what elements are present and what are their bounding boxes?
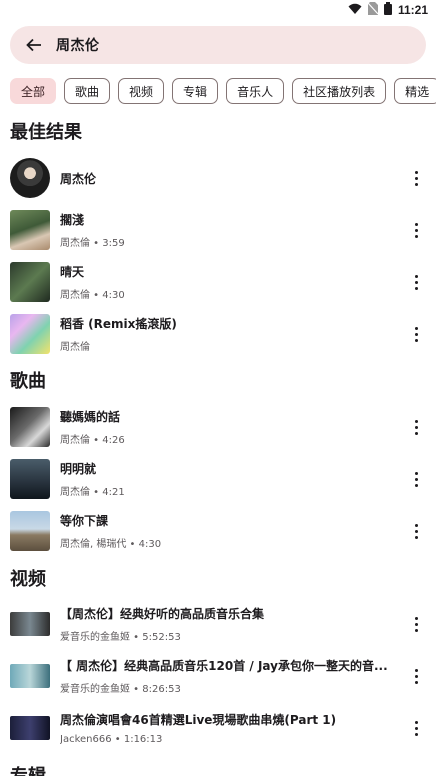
chip-videos[interactable]: 视频 [118,78,165,104]
status-bar: 11:21 [0,0,436,20]
album-thumbnail [10,459,50,499]
section-title-videos: 视频 [10,569,46,590]
more-options-icon[interactable] [406,467,426,491]
more-options-icon[interactable] [406,415,426,439]
chip-artists[interactable]: 音乐人 [226,78,285,104]
chip-albums[interactable]: 专辑 [172,78,219,104]
search-query[interactable]: 周杰伦 [56,35,100,55]
item-subtitle: 周杰倫 • 4:21 [60,487,125,498]
item-title: 周杰倫演唱會46首精選Live現場歌曲串燒(Part 1) [60,713,337,727]
back-arrow-icon[interactable] [24,35,44,55]
list-item[interactable]: 擱淺 周杰倫 • 3:59 [10,210,426,250]
list-item[interactable]: 周杰伦 [10,158,426,198]
album-thumbnail [10,407,50,447]
video-thumbnail [10,716,50,740]
more-options-icon[interactable] [406,519,426,543]
item-subtitle: 周杰倫, 楊瑞代 • 4:30 [60,539,162,550]
more-options-icon[interactable] [406,270,426,294]
item-title: 稻香 (Remix搖滾版) [60,317,177,331]
filter-chips: 全部 歌曲 视频 专辑 音乐人 社区播放列表 精选 [10,78,436,104]
album-thumbnail [10,511,50,551]
more-options-icon[interactable] [406,664,426,688]
battery-icon [383,2,392,18]
section-title-best: 最佳结果 [10,122,82,143]
item-title: 晴天 [60,265,85,279]
list-item[interactable]: 等你下課 周杰倫, 楊瑞代 • 4:30 [10,511,426,551]
no-sim-icon [367,2,379,18]
item-title: 等你下課 [60,514,109,528]
album-thumbnail [10,262,50,302]
clock: 11:21 [397,3,428,17]
item-title: 明明就 [60,462,97,476]
list-item[interactable]: 稻香 (Remix搖滾版) 周杰倫 [10,314,426,354]
more-options-icon[interactable] [406,716,426,740]
list-item[interactable]: 聽媽媽的話 周杰倫 • 4:26 [10,407,426,447]
item-subtitle: 爱音乐的金鱼姬 • 5:52:53 [60,632,181,643]
item-title: 聽媽媽的話 [60,410,121,424]
video-thumbnail [10,664,50,688]
chip-featured[interactable]: 精选 [394,78,436,104]
more-options-icon[interactable] [406,612,426,636]
section-title-songs: 歌曲 [10,371,46,392]
more-options-icon[interactable] [406,218,426,242]
item-title: 周杰伦 [60,171,97,186]
video-thumbnail [10,612,50,636]
chip-songs[interactable]: 歌曲 [64,78,111,104]
item-subtitle: 周杰倫 [60,342,90,353]
item-title: 擱淺 [60,213,85,227]
item-subtitle: 爱音乐的金鱼姬 • 8:26:53 [60,684,181,695]
list-item[interactable]: 周杰倫演唱會46首精選Live現場歌曲串燒(Part 1) Jacken666 … [10,708,426,748]
more-options-icon[interactable] [406,322,426,346]
list-item[interactable]: 【 周杰伦】经典高品质音乐120首 / Jay承包你一整天的音... 爱音乐的金… [10,656,426,696]
search-bar[interactable]: 周杰伦 [10,26,426,64]
list-item[interactable]: 明明就 周杰倫 • 4:21 [10,459,426,499]
more-options-icon[interactable] [406,166,426,190]
album-thumbnail [10,314,50,354]
item-subtitle: 周杰倫 • 4:30 [60,290,125,301]
item-subtitle: 周杰倫 • 4:26 [60,435,125,446]
chip-community-playlists[interactable]: 社区播放列表 [292,78,387,104]
list-item[interactable]: 晴天 周杰倫 • 4:30 [10,262,426,302]
item-subtitle: 周杰倫 • 3:59 [60,238,125,249]
section-title-albums: 专辑 [10,762,46,776]
list-item[interactable]: 【周杰伦】经典好听的高品质音乐合集 爱音乐的金鱼姬 • 5:52:53 [10,604,426,644]
wifi-icon [348,3,362,18]
item-title: 【 周杰伦】经典高品质音乐120首 / Jay承包你一整天的音... [60,659,388,673]
album-thumbnail [10,210,50,250]
artist-avatar [10,158,50,198]
item-title: 【周杰伦】经典好听的高品质音乐合集 [60,607,265,621]
chip-all[interactable]: 全部 [10,78,57,104]
item-subtitle: Jacken666 • 1:16:13 [60,734,163,745]
